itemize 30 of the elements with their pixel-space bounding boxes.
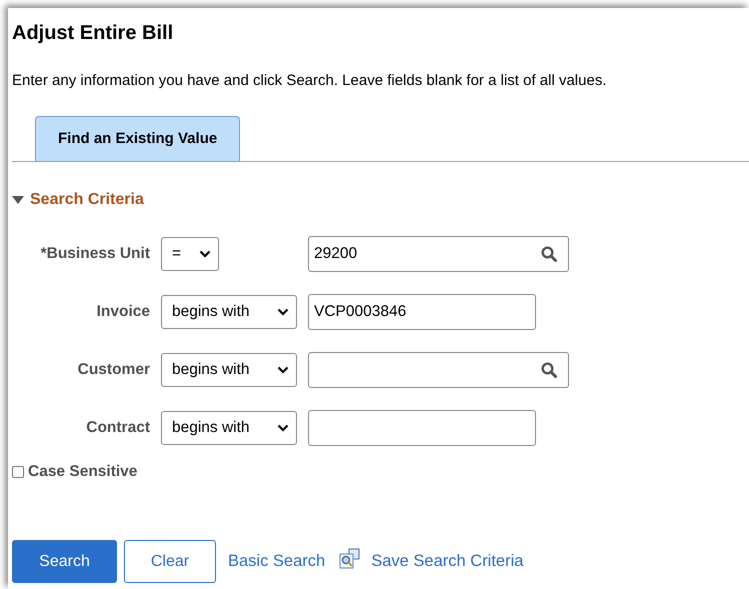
chevron-down-icon[interactable] — [277, 424, 289, 432]
section-title[interactable]: Search Criteria — [30, 191, 144, 209]
clear-button[interactable]: Clear — [124, 540, 216, 583]
document-magnifier-icon[interactable] — [339, 548, 362, 570]
chevron-down-icon[interactable] — [277, 366, 289, 374]
search-button[interactable]: Search — [12, 540, 117, 583]
chevron-down-icon[interactable] — [199, 250, 211, 258]
page-title: Adjust Entire Bill — [12, 22, 174, 45]
operator-dropdown[interactable]: begins with — [161, 411, 297, 445]
search-icon[interactable] — [541, 362, 557, 378]
input-field[interactable]: VCP0003846 — [308, 294, 536, 330]
input-field[interactable] — [308, 410, 536, 446]
field-label: *Business Unit — [40, 245, 150, 263]
field-label: Invoice — [96, 303, 150, 321]
collapse-triangle-icon[interactable] — [12, 196, 24, 204]
basic-search-link[interactable]: Basic Search — [228, 552, 326, 571]
instructions-text: Enter any information you have and click Search. Leave fields blank for a list of all values. — [12, 72, 608, 89]
search-icon[interactable] — [541, 246, 557, 262]
checkbox-label: Case Sensitive — [28, 463, 138, 481]
field-label: Customer — [78, 361, 150, 379]
input-field[interactable] — [308, 352, 569, 388]
chevron-down-icon[interactable] — [277, 308, 289, 316]
checkbox[interactable] — [12, 466, 24, 478]
field-label: Contract — [86, 419, 150, 437]
operator-dropdown[interactable]: begins with — [161, 295, 297, 329]
tab[interactable]: Find an Existing Value — [35, 116, 240, 161]
operator-dropdown[interactable]: = — [161, 237, 219, 271]
operator-dropdown[interactable]: begins with — [161, 353, 297, 387]
save-search-criteria-link[interactable]: Save Search Criteria — [371, 552, 524, 571]
input-field[interactable]: 29200 — [308, 236, 569, 272]
